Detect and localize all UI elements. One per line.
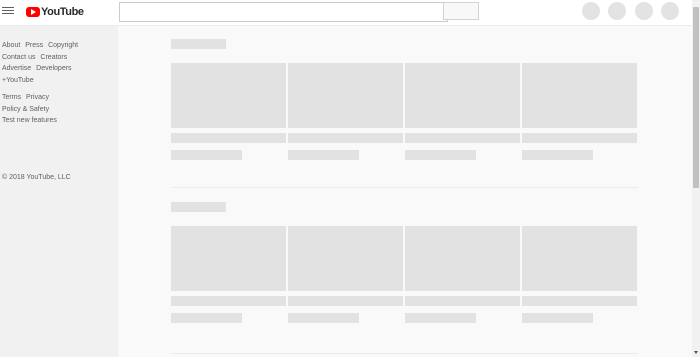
video-title-placeholder <box>288 296 403 306</box>
video-meta-placeholder <box>522 313 593 323</box>
guide-links-primary: About Press Copyright Contact us Creator… <box>2 40 114 86</box>
video-title-placeholder <box>171 133 286 143</box>
shelf-title-placeholder <box>171 39 226 49</box>
video-meta-placeholder <box>405 150 476 160</box>
video-thumbnail-placeholder[interactable] <box>288 63 403 128</box>
masthead: YouTube <box>0 0 700 26</box>
link-about[interactable]: About <box>2 42 20 49</box>
video-meta-placeholder <box>405 313 476 323</box>
search-button[interactable] <box>443 2 479 20</box>
guide-links-secondary: Terms Privacy Policy & Safety Test new f… <box>2 92 114 127</box>
account-avatar[interactable] <box>661 2 679 20</box>
video-thumbnail-placeholder[interactable] <box>405 63 520 128</box>
link-terms[interactable]: Terms <box>2 94 21 101</box>
video-meta-placeholder <box>288 313 359 323</box>
youtube-logo-icon <box>26 7 40 17</box>
video-meta-placeholder <box>288 150 359 160</box>
link-creators[interactable]: Creators <box>40 54 67 61</box>
link-press[interactable]: Press <box>25 42 43 49</box>
notifications-icon[interactable] <box>635 2 653 20</box>
link-copyright[interactable]: Copyright <box>48 42 78 49</box>
scroll-down-arrow-icon[interactable] <box>694 351 698 354</box>
video-thumbnail-placeholder[interactable] <box>171 226 286 291</box>
video-title-placeholder <box>522 133 637 143</box>
video-title-placeholder <box>522 296 637 306</box>
shelf-title-placeholder <box>171 202 226 212</box>
menu-icon[interactable] <box>2 5 14 17</box>
video-title-placeholder <box>288 133 403 143</box>
video-thumbnail-placeholder[interactable] <box>522 226 637 291</box>
video-meta-placeholder <box>522 150 593 160</box>
scrollbar-thumb[interactable] <box>693 7 699 188</box>
video-thumbnail-placeholder[interactable] <box>405 226 520 291</box>
shelf-divider <box>171 353 638 354</box>
guide-sidebar: About Press Copyright Contact us Creator… <box>0 26 118 357</box>
link-policy-safety[interactable]: Policy & Safety <box>2 106 49 113</box>
link-test-new-features[interactable]: Test new features <box>2 117 57 124</box>
link-advertise[interactable]: Advertise <box>2 65 31 72</box>
search-input[interactable] <box>119 2 448 22</box>
messages-icon[interactable] <box>608 2 626 20</box>
youtube-logo[interactable]: YouTube <box>26 4 84 20</box>
apps-icon[interactable] <box>582 2 600 20</box>
video-thumbnail-placeholder[interactable] <box>171 63 286 128</box>
video-title-placeholder <box>405 133 520 143</box>
video-thumbnail-placeholder[interactable] <box>288 226 403 291</box>
link-plus-youtube[interactable]: +YouTube <box>2 77 34 84</box>
video-meta-placeholder <box>171 313 242 323</box>
browse-content <box>118 26 692 357</box>
copyright-text: © 2018 YouTube, LLC <box>2 174 71 181</box>
link-privacy[interactable]: Privacy <box>26 94 49 101</box>
link-contact-us[interactable]: Contact us <box>2 54 35 61</box>
video-meta-placeholder <box>171 150 242 160</box>
video-title-placeholder <box>405 296 520 306</box>
video-thumbnail-placeholder[interactable] <box>522 63 637 128</box>
video-title-placeholder <box>171 296 286 306</box>
shelf-divider <box>171 187 638 188</box>
link-developers[interactable]: Developers <box>36 65 71 72</box>
logo-text: YouTube <box>41 6 84 18</box>
